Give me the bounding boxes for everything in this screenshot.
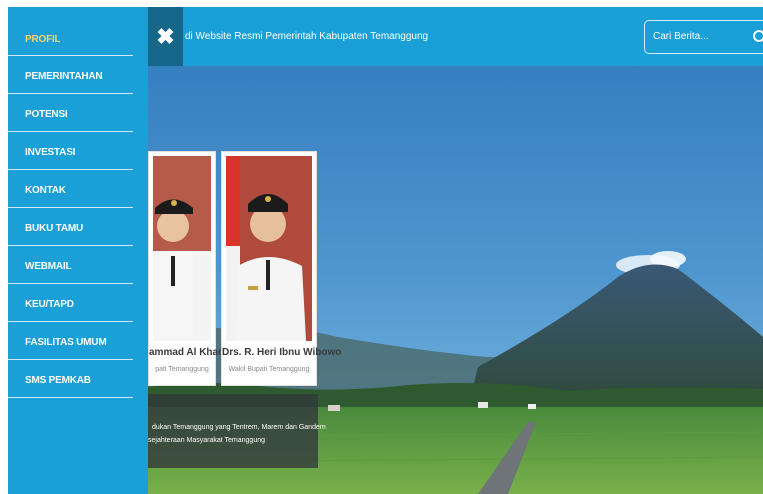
search-input[interactable]: Cari Berita...: [653, 31, 709, 42]
sidebar-menu: PROFIL PEMERINTAHAN POTENSI INVESTASI KO…: [8, 7, 148, 494]
menu-divider: [8, 321, 133, 322]
sidebar-item-profil[interactable]: PROFIL: [25, 34, 61, 45]
sidebar-item-investasi[interactable]: INVESTASI: [25, 147, 75, 158]
official-card-wakil-bupati[interactable]: Drs. R. Heri Ibnu Wibowo Wakil Bupati Te…: [221, 151, 342, 386]
menu-divider: [8, 207, 133, 208]
menu-divider: [8, 245, 133, 246]
vision-line-1: dukan Temanggung yang Tentrem, Marem dan…: [152, 424, 326, 431]
search-box[interactable]: Cari Berita...: [644, 20, 763, 54]
sidebar-item-potensi[interactable]: POTENSI: [25, 109, 68, 120]
sidebar-item-sms-pemkab[interactable]: SMS PEMKAB: [25, 375, 91, 386]
official-photo: [153, 156, 211, 341]
official-name: Drs. R. Heri Ibnu Wibowo: [222, 347, 342, 358]
sidebar-item-buku-tamu[interactable]: BUKU TAMU: [25, 223, 83, 234]
sidebar-item-kontak[interactable]: KONTAK: [25, 185, 66, 196]
search-icon[interactable]: [752, 28, 763, 46]
vision-line-2: sejahteraan Masyarakat Temanggung: [148, 437, 266, 444]
menu-divider: [8, 169, 133, 170]
close-menu-button[interactable]: ✖: [148, 7, 183, 66]
menu-divider: [8, 55, 133, 56]
sidebar-item-fasilitas-umum[interactable]: FASILITAS UMUM: [25, 337, 107, 348]
official-role: pati Temanggung: [155, 366, 209, 373]
menu-divider: [8, 131, 133, 132]
close-icon: ✖: [156, 23, 175, 49]
sidebar-item-keu-tapd[interactable]: KEU/TAPD: [25, 299, 74, 310]
official-card-bupati[interactable]: ammad Al Khadziq pati Temanggung: [148, 151, 239, 386]
menu-divider: [8, 397, 133, 398]
menu-divider: [8, 93, 133, 94]
official-name: ammad Al Khadziq: [149, 347, 239, 358]
sidebar-item-webmail[interactable]: WEBMAIL: [25, 261, 72, 272]
vision-banner: dukan Temanggung yang Tentrem, Marem dan…: [148, 394, 326, 468]
page: ✖ di Website Resmi Pemerintah Kabupaten …: [8, 7, 763, 494]
official-photo: [226, 156, 312, 341]
official-role: Wakil Bupati Temanggung: [228, 366, 310, 373]
sidebar-item-pemerintahan[interactable]: PEMERINTAHAN: [25, 71, 103, 82]
menu-divider: [8, 359, 133, 360]
welcome-marquee: di Website Resmi Pemerintah Kabupaten Te…: [185, 31, 429, 42]
menu-divider: [8, 283, 133, 284]
